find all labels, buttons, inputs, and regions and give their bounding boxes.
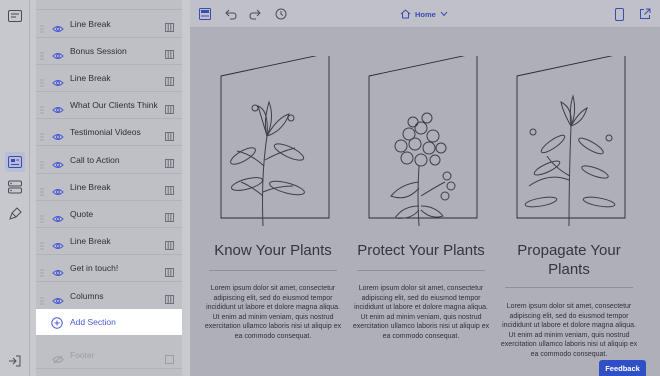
- section-label: Call to Action: [70, 154, 120, 165]
- page-selector[interactable]: Home: [400, 8, 448, 21]
- drag-handle-icon[interactable]: [40, 74, 44, 87]
- column-heading: Know Your Plants: [214, 242, 332, 259]
- sections-icon[interactable]: [5, 152, 25, 172]
- eye-icon[interactable]: [52, 292, 64, 304]
- exit-icon[interactable]: [5, 351, 25, 371]
- section-row[interactable]: What Our Clients Think: [36, 92, 182, 120]
- left-rail: [0, 0, 30, 376]
- add-section-button[interactable]: Add Section: [36, 309, 182, 335]
- section-label: Line Break: [70, 236, 111, 247]
- section-row[interactable]: Line Break: [36, 228, 182, 256]
- drag-handle-icon[interactable]: [40, 47, 44, 60]
- layout-icon[interactable]: [165, 264, 174, 277]
- plant-illustration: [499, 52, 639, 227]
- eye-icon[interactable]: [52, 47, 64, 59]
- page-canvas: Know Your Plants Lorem ipsum dolor sit a…: [190, 28, 660, 376]
- redo-icon[interactable]: [248, 7, 262, 21]
- layout-icon[interactable]: [165, 291, 174, 304]
- column-heading: Propagate Your Plants: [517, 242, 621, 278]
- layout-icon[interactable]: [165, 19, 174, 32]
- drag-handle-icon[interactable]: [40, 101, 44, 114]
- divider: [505, 287, 633, 288]
- section-row[interactable]: Line Break: [36, 65, 182, 92]
- layers-icon[interactable]: [5, 177, 25, 197]
- drag-handle-icon[interactable]: [40, 183, 44, 196]
- pages-icon[interactable]: [5, 6, 25, 26]
- external-link-icon[interactable]: [638, 7, 652, 21]
- editor-toolbar: Home: [190, 0, 660, 28]
- mobile-preview-icon[interactable]: [612, 7, 626, 21]
- plus-circle-icon: [51, 316, 63, 329]
- section-row[interactable]: Line Break: [36, 11, 182, 38]
- section-row-partial[interactable]: [36, 0, 182, 10]
- section-label: Line Break: [70, 72, 111, 83]
- layout-icon[interactable]: [165, 351, 174, 364]
- drag-handle-icon[interactable]: [40, 20, 44, 33]
- section-row[interactable]: Line Break: [36, 174, 182, 201]
- section-label: What Our Clients Think: [70, 100, 158, 111]
- section-row[interactable]: Call to Action: [36, 147, 182, 174]
- eye-icon[interactable]: [52, 101, 64, 114]
- plant-illustration: [203, 52, 343, 227]
- section-label: Line Break: [70, 18, 111, 29]
- column-body: Lorem ipsum dolor sit amet, consectetur …: [204, 285, 342, 340]
- column-heading: Protect Your Plants: [357, 242, 485, 259]
- drag-handle-icon[interactable]: [40, 237, 44, 250]
- drag-handle-icon[interactable]: [40, 128, 44, 141]
- section-row-footer[interactable]: Footer: [36, 342, 182, 369]
- section-list: Line Break Bonus Session Line Break What Ou…: [36, 0, 182, 376]
- column-body: Lorem ipsum dolor sit amet, consectetur …: [500, 303, 638, 358]
- layout-icon[interactable]: [165, 155, 174, 168]
- section-row[interactable]: Quote: [36, 201, 182, 228]
- eye-icon[interactable]: [52, 20, 64, 32]
- eye-icon[interactable]: [52, 74, 64, 86]
- plant-illustration: [351, 52, 491, 227]
- chevron-down-icon: [440, 10, 448, 19]
- eye-icon[interactable]: [52, 128, 64, 141]
- divider: [357, 270, 485, 271]
- section-label: Get in touch!: [70, 263, 119, 274]
- feedback-button[interactable]: Feedback: [599, 360, 646, 376]
- layout-icon[interactable]: [165, 101, 174, 114]
- drag-handle-icon[interactable]: [40, 292, 44, 305]
- section-label: Line Break: [70, 181, 111, 192]
- divider: [209, 270, 337, 271]
- layout-icon[interactable]: [165, 46, 174, 60]
- eye-icon[interactable]: [52, 183, 64, 195]
- brush-icon[interactable]: [5, 204, 25, 224]
- section-label: Bonus Session: [70, 45, 127, 56]
- eye-icon[interactable]: [52, 210, 64, 222]
- section-row[interactable]: Testimonial Videos: [36, 119, 182, 147]
- section-label: Quote: [70, 208, 94, 219]
- layout-icon[interactable]: [165, 182, 174, 196]
- sections-panel: Line Break Bonus Session Line Break What Ou…: [30, 0, 190, 376]
- undo-icon[interactable]: [224, 7, 238, 21]
- eye-icon[interactable]: [52, 237, 64, 250]
- page-name: Home: [415, 10, 436, 19]
- section-row[interactable]: Bonus Session: [36, 38, 182, 65]
- section-row[interactable]: Columns: [36, 283, 182, 310]
- section-label: Footer: [70, 350, 95, 360]
- layout-icon[interactable]: [165, 128, 174, 141]
- drag-handle-icon[interactable]: [40, 264, 44, 277]
- history-icon[interactable]: [274, 7, 288, 21]
- layout-icon[interactable]: [165, 73, 174, 87]
- column-body: Lorem ipsum dolor sit amet, consectetur …: [352, 285, 490, 340]
- save-icon[interactable]: [198, 7, 212, 21]
- add-section-label: Add Section: [70, 317, 116, 327]
- home-icon: [400, 8, 411, 21]
- layout-icon[interactable]: [165, 209, 174, 223]
- section-label: Columns: [70, 290, 104, 301]
- eye-off-icon[interactable]: [52, 351, 64, 364]
- drag-handle-icon[interactable]: [40, 156, 44, 169]
- eye-icon[interactable]: [52, 156, 64, 168]
- eye-icon[interactable]: [52, 264, 64, 277]
- section-row[interactable]: Get in touch!: [36, 255, 182, 283]
- layout-icon[interactable]: [165, 237, 174, 250]
- section-label: Testimonial Videos: [70, 127, 141, 138]
- drag-handle-icon[interactable]: [40, 210, 44, 223]
